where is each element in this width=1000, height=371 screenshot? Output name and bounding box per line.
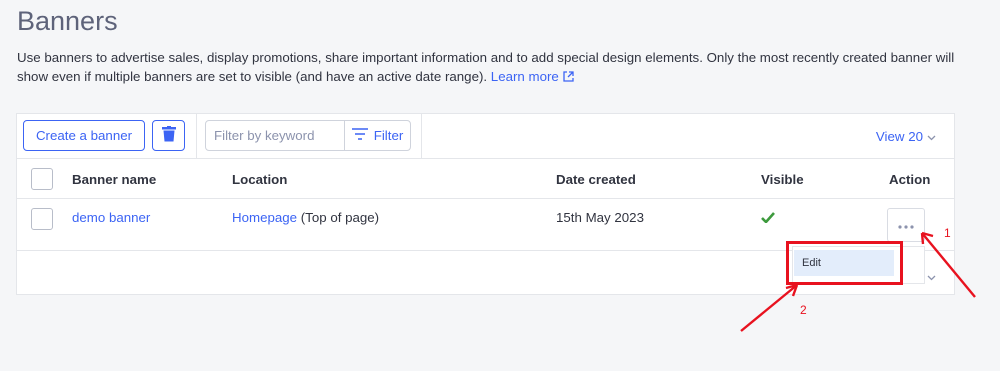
annotation-arrows bbox=[740, 231, 976, 332]
annotation-callout-1: 1 bbox=[944, 226, 951, 240]
annotation-callout-2: 2 bbox=[800, 303, 807, 317]
